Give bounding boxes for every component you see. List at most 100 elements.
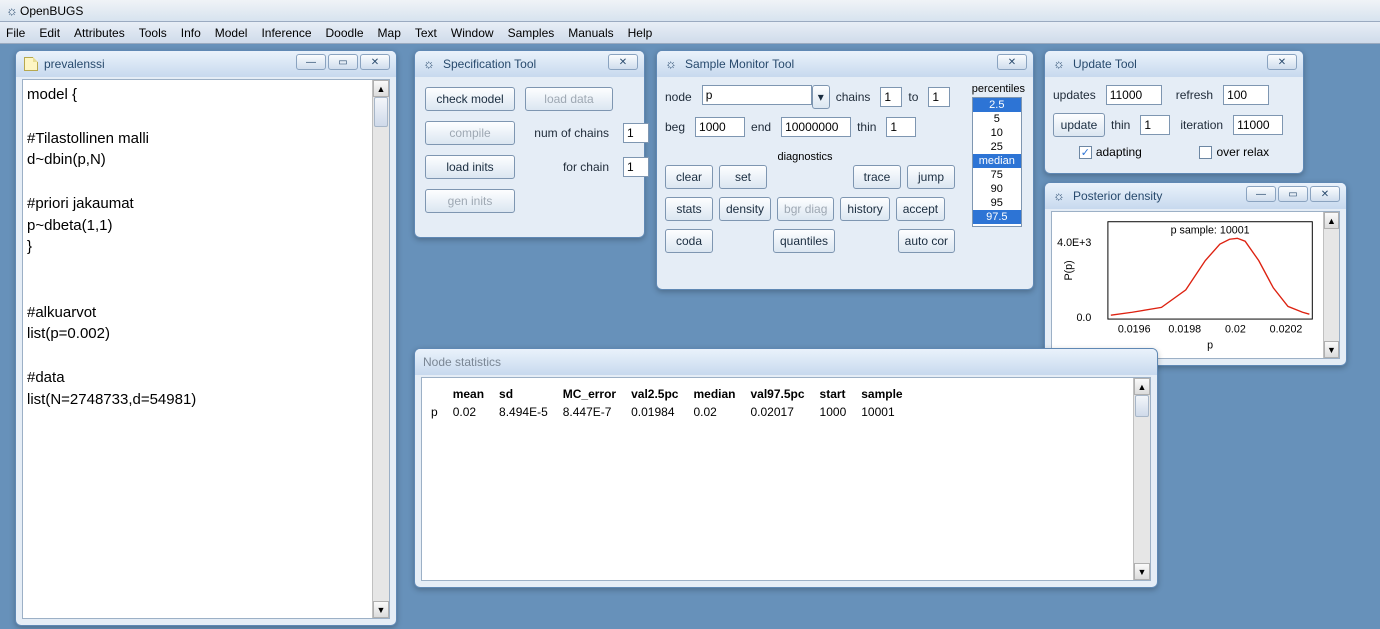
update-thin-input[interactable] [1140, 115, 1170, 135]
scroll-up-button[interactable]: ▲ [1134, 378, 1150, 395]
stats-body: meansdMC_errorval2.5pcmedianval97.5pcsta… [421, 377, 1151, 581]
svg-text:0.0198: 0.0198 [1168, 324, 1201, 336]
model-textarea[interactable] [23, 80, 389, 618]
monitor-titlebar[interactable]: Sample Monitor Tool ✕ [657, 51, 1033, 77]
node-input[interactable] [702, 85, 812, 105]
menu-attributes[interactable]: Attributes [74, 26, 125, 40]
percentile-option[interactable]: 25 [973, 140, 1021, 154]
menu-help[interactable]: Help [628, 26, 653, 40]
percentile-option[interactable]: 10 [973, 126, 1021, 140]
menu-tools[interactable]: Tools [139, 26, 167, 40]
minimize-button[interactable]: — [296, 54, 326, 70]
jump-button[interactable]: jump [907, 165, 955, 189]
menu-text[interactable]: Text [415, 26, 437, 40]
stats-titlebar[interactable]: Node statistics [415, 349, 1157, 375]
scroll-up-button[interactable]: ▲ [1324, 212, 1339, 229]
minimize-button[interactable]: — [1246, 186, 1276, 202]
history-button[interactable]: history [840, 197, 889, 221]
density-button[interactable]: density [719, 197, 771, 221]
editor-scrollbar[interactable]: ▲ ▼ [372, 80, 389, 618]
stats-scrollbar[interactable]: ▲ ▼ [1133, 378, 1150, 580]
for-chain-input[interactable] [623, 157, 649, 177]
beg-input[interactable] [695, 117, 745, 137]
chart-title: p sample: 10001 [1171, 224, 1250, 236]
stats-header: start [819, 386, 859, 402]
specification-window: Specification Tool ✕ check model load da… [414, 50, 645, 238]
adapting-checkbox[interactable]: ✓ adapting [1079, 145, 1142, 159]
menu-samples[interactable]: Samples [508, 26, 555, 40]
update-button[interactable]: update [1053, 113, 1105, 137]
autocor-button[interactable]: auto cor [898, 229, 955, 253]
chains-from-input[interactable] [880, 87, 902, 107]
load-data-button[interactable]: load data [525, 87, 613, 111]
clear-button[interactable]: clear [665, 165, 713, 189]
percentile-option[interactable]: 75 [973, 168, 1021, 182]
scroll-down-button[interactable]: ▼ [373, 601, 389, 618]
thin-input[interactable] [886, 117, 916, 137]
gen-inits-button[interactable]: gen inits [425, 189, 515, 213]
document-icon [24, 57, 38, 71]
close-button[interactable]: ✕ [997, 54, 1027, 70]
percentile-option[interactable]: 90 [973, 182, 1021, 196]
percentiles-listbox[interactable]: 2.551025median75909597.5 [972, 97, 1022, 227]
chains-label: chains [836, 90, 871, 104]
close-button[interactable]: ✕ [360, 54, 390, 70]
chains-to-input[interactable] [928, 87, 950, 107]
refresh-input[interactable] [1223, 85, 1269, 105]
load-inits-button[interactable]: load inits [425, 155, 515, 179]
density-chart: p sample: 10001 P(p) 0.0 4.0E+3 0.0196 0… [1052, 212, 1339, 358]
app-icon [6, 4, 20, 18]
menu-file[interactable]: File [6, 26, 25, 40]
spec-titlebar[interactable]: Specification Tool ✕ [415, 51, 644, 77]
scroll-up-button[interactable]: ▲ [373, 80, 389, 97]
percentile-option[interactable]: 2.5 [973, 98, 1021, 112]
close-button[interactable]: ✕ [1310, 186, 1340, 202]
updates-input[interactable] [1106, 85, 1162, 105]
end-input[interactable] [781, 117, 851, 137]
menu-model[interactable]: Model [215, 26, 248, 40]
compile-button[interactable]: compile [425, 121, 515, 145]
percentile-option[interactable]: 97.5 [973, 210, 1021, 224]
percentile-option[interactable]: 95 [973, 196, 1021, 210]
maximize-button[interactable]: ▭ [328, 54, 358, 70]
menu-inference[interactable]: Inference [261, 26, 311, 40]
editor-titlebar[interactable]: prevalenssi — ▭ ✕ [16, 51, 396, 77]
bgr-diag-button[interactable]: bgr diag [777, 197, 834, 221]
close-button[interactable]: ✕ [608, 54, 638, 70]
maximize-button[interactable]: ▭ [1278, 186, 1308, 202]
posterior-titlebar[interactable]: Posterior density — ▭ ✕ [1045, 183, 1346, 209]
scroll-down-button[interactable]: ▼ [1134, 563, 1150, 580]
check-model-button[interactable]: check model [425, 87, 515, 111]
stats-button[interactable]: stats [665, 197, 713, 221]
coda-button[interactable]: coda [665, 229, 713, 253]
diagnostics-label: diagnostics [777, 151, 832, 163]
stats-header: mean [452, 386, 496, 402]
menu-info[interactable]: Info [181, 26, 201, 40]
num-chains-input[interactable] [623, 123, 649, 143]
menu-window[interactable]: Window [451, 26, 494, 40]
node-dropdown-button[interactable]: ▾ [812, 85, 830, 109]
num-chains-label: num of chains [534, 126, 609, 140]
set-button[interactable]: set [719, 165, 767, 189]
menu-doodle[interactable]: Doodle [326, 26, 364, 40]
stats-header: MC_error [562, 386, 628, 402]
menu-edit[interactable]: Edit [39, 26, 60, 40]
plot-scrollbar[interactable]: ▲ ▼ [1323, 212, 1339, 358]
menu-manuals[interactable]: Manuals [568, 26, 613, 40]
percentile-option[interactable]: 5 [973, 112, 1021, 126]
trace-button[interactable]: trace [853, 165, 901, 189]
menubar: File Edit Attributes Tools Info Model In… [0, 22, 1380, 44]
update-titlebar[interactable]: Update Tool ✕ [1045, 51, 1303, 77]
iteration-input[interactable] [1233, 115, 1283, 135]
quantiles-button[interactable]: quantiles [773, 229, 835, 253]
percentile-option[interactable]: median [973, 154, 1021, 168]
stats-header: val97.5pc [750, 386, 817, 402]
menu-map[interactable]: Map [378, 26, 401, 40]
scroll-down-button[interactable]: ▼ [1324, 341, 1339, 358]
close-button[interactable]: ✕ [1267, 54, 1297, 70]
accept-button[interactable]: accept [896, 197, 945, 221]
scroll-thumb[interactable] [1135, 395, 1149, 417]
table-row: p0.028.494E-58.447E-70.019840.020.020171… [430, 404, 915, 420]
scroll-thumb[interactable] [374, 97, 388, 127]
overrelax-checkbox[interactable]: over relax [1199, 145, 1269, 159]
